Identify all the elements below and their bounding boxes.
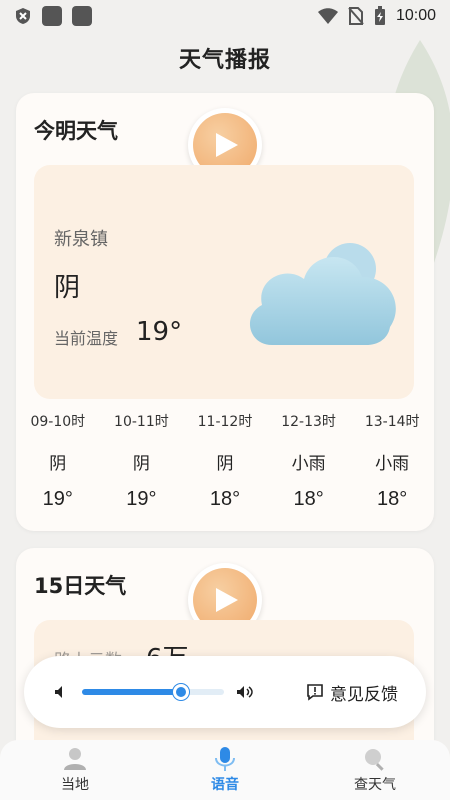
tab-label: 当地 (61, 777, 89, 793)
status-bar: 10:00 (0, 0, 450, 32)
feedback-label: 意见反馈 (330, 684, 398, 705)
battery-icon (374, 6, 385, 25)
page-title: 天气播报 (178, 48, 271, 73)
tab-label: 语音 (211, 777, 239, 793)
no-sim-icon (348, 7, 364, 25)
notification-icon (42, 6, 62, 26)
weather-condition: 阴 (54, 273, 81, 303)
cloud-icon (249, 243, 396, 345)
volume-slider-fill (82, 689, 182, 695)
volume-low-icon[interactable] (52, 683, 70, 701)
microphone-icon (215, 747, 235, 771)
hourly-forecast: 09-10时阴 19° 10-11时阴 19° 11-12时阴 18° 12-13时小… (16, 411, 434, 511)
hour-item: 10-11时阴 19° (114, 414, 169, 510)
hour-item: 11-12时阴 18° (197, 414, 253, 510)
wifi-icon (317, 8, 338, 24)
tab-voice[interactable]: 语音 (150, 740, 300, 800)
current-temp-value: 19° (136, 317, 183, 347)
current-temp-label: 当前温度 (54, 329, 119, 348)
tab-label: 查天气 (354, 777, 396, 793)
person-icon (64, 748, 86, 770)
hour-item: 09-10时阴 19° (30, 414, 86, 510)
notification-icon (72, 6, 92, 26)
bottom-tab-bar: 当地 语音 查天气 (0, 740, 450, 800)
hour-item: 13-14时 小雨 18° (364, 414, 420, 510)
volume-slider-knob[interactable] (173, 684, 190, 700)
tab-check-weather[interactable]: 查天气 (300, 740, 450, 800)
feedback-button[interactable]: 意见反馈 (306, 680, 398, 705)
tab-local[interactable]: 当地 (0, 740, 150, 800)
search-icon (365, 749, 384, 771)
location-label: 新泉镇 (54, 229, 108, 250)
volume-high-icon[interactable] (236, 683, 254, 701)
volume-slider[interactable] (82, 684, 224, 700)
feedback-icon (307, 684, 323, 701)
play-icon (216, 133, 238, 157)
today-weather-card: 今明天气 新泉镇 阴 当前温度 19° 09-10时阴 19° 10-11时阴 19… (16, 93, 434, 531)
card-title: 今明天气 (34, 119, 118, 143)
play-icon (216, 588, 238, 612)
shield-icon (16, 8, 30, 24)
card-title: 15日天气 (34, 574, 127, 598)
clock: 10:00 (395, 7, 436, 24)
audio-player: 意见反馈 (24, 656, 426, 728)
current-weather-panel: 新泉镇 阴 当前温度 19° (34, 165, 414, 399)
hour-item: 12-13时 小雨 18° (281, 414, 336, 510)
